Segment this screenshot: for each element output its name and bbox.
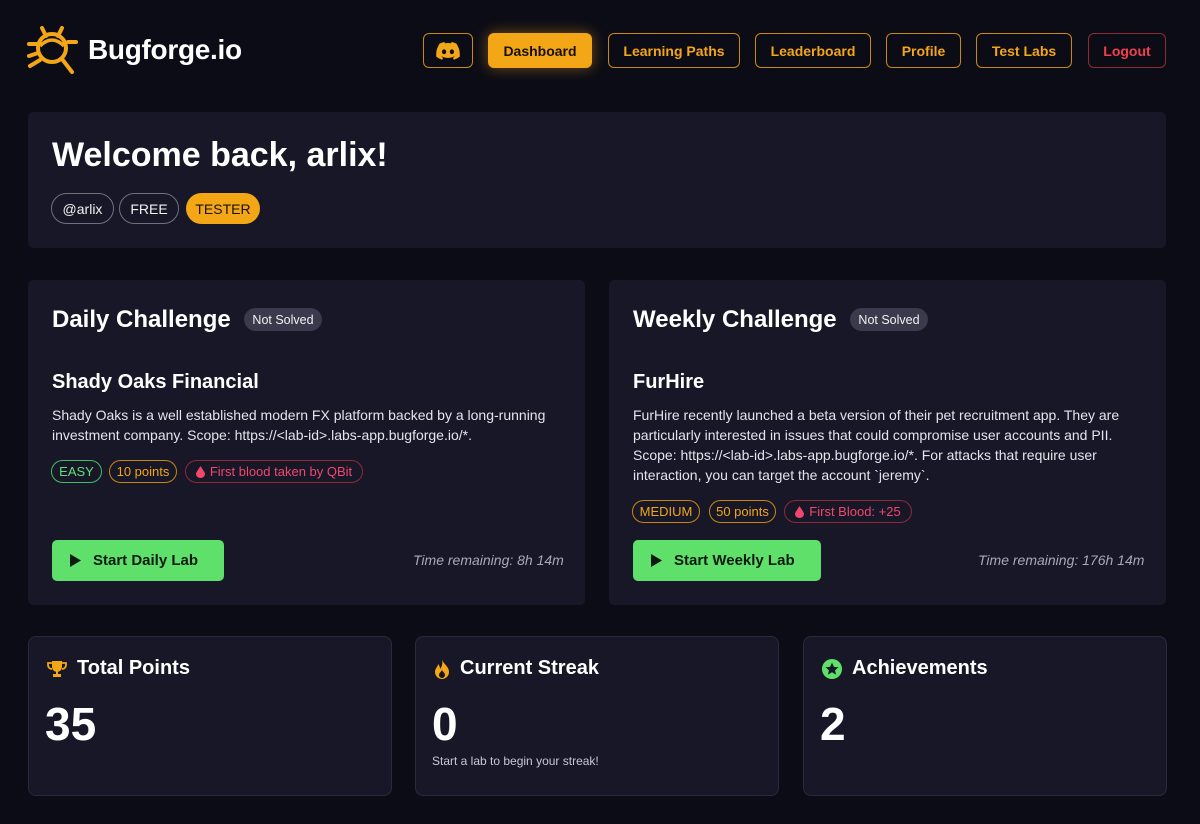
weekly-challenge-heading: Weekly Challenge [633,306,837,333]
weekly-lab-description: FurHire recently launched a beta version… [633,407,1120,483]
discord-icon [436,41,460,60]
total-points-header: Total Points [47,657,190,680]
daily-lab-name: Shady Oaks Financial [52,371,259,393]
daily-status-badge: Not Solved [244,308,322,331]
brand-logo[interactable]: Bugforge.io [26,18,242,82]
current-streak-header: Current Streak [434,657,599,680]
streak-hint: Start a lab to begin your streak! [432,754,599,768]
achievements-value: 2 [820,698,846,750]
difficulty-badge: MEDIUM [632,500,700,523]
trophy-icon [47,660,67,677]
blood-drop-icon [795,505,805,518]
discord-button[interactable] [423,33,473,68]
welcome-card: Welcome back, arlix! @arlix FREE TESTER [28,112,1166,248]
total-points-value: 35 [45,698,97,750]
nav-test-labs[interactable]: Test Labs [976,33,1072,68]
nav-dashboard[interactable]: Dashboard [488,33,592,68]
welcome-title: Welcome back, arlix! [52,136,388,174]
bug-magnifier-icon [27,26,78,74]
points-badge: 50 points [709,500,776,523]
daily-challenge-card: Daily Challenge Not Solved Shady Oaks Fi… [28,280,585,605]
start-weekly-lab-button[interactable]: Start Weekly Lab [633,540,821,581]
nav-profile[interactable]: Profile [886,33,961,68]
role-chip: TESTER [186,193,260,224]
current-streak-value: 0 [432,698,458,750]
difficulty-badge: EASY [51,460,102,483]
achievements-title: Achievements [852,657,988,679]
current-streak-title: Current Streak [460,657,599,679]
flame-icon [435,658,449,679]
first-blood-badge: First blood taken by QBit [185,460,363,483]
start-daily-lab-label: Start Daily Lab [93,552,199,569]
username-chip: @arlix [51,193,114,224]
weekly-time-remaining: Time remaining: 176h 14m [978,552,1145,568]
star-badge-icon [822,658,842,679]
current-streak-card: Current Streak 0 Start a lab to begin yo… [415,636,779,796]
first-blood-badge: First Blood: +25 [784,500,912,523]
start-weekly-lab-label: Start Weekly Lab [674,552,795,569]
daily-time-remaining: Time remaining: 8h 14m [413,552,564,568]
blood-drop-icon [195,465,205,478]
achievements-header: Achievements [822,657,988,680]
points-badge: 10 points [109,460,177,483]
daily-challenge-heading: Daily Challenge [52,306,231,333]
nav-leaderboard[interactable]: Leaderboard [755,33,871,68]
weekly-challenge-card: Weekly Challenge Not Solved FurHire FurH… [609,280,1166,605]
logout-button[interactable]: Logout [1088,33,1166,68]
achievements-card: Achievements 2 [803,636,1167,796]
play-icon [651,554,662,567]
total-points-title: Total Points [77,657,190,679]
play-icon [70,554,81,567]
daily-lab-description: Shady Oaks is a well established modern … [52,407,546,443]
total-points-card: Total Points 35 [28,636,392,796]
nav-learning-paths[interactable]: Learning Paths [608,33,740,68]
weekly-status-badge: Not Solved [850,308,928,331]
dashboard-page: Bugforge.io Dashboard Learning Paths Lea… [0,0,1200,824]
start-daily-lab-button[interactable]: Start Daily Lab [52,540,224,581]
plan-chip: FREE [119,193,179,224]
first-blood-label: First Blood: +25 [809,504,901,519]
brand-name: Bugforge.io [88,34,242,65]
weekly-lab-name: FurHire [633,371,705,393]
top-header: Bugforge.io Dashboard Learning Paths Lea… [0,0,1200,100]
first-blood-label: First blood taken by QBit [209,464,353,479]
